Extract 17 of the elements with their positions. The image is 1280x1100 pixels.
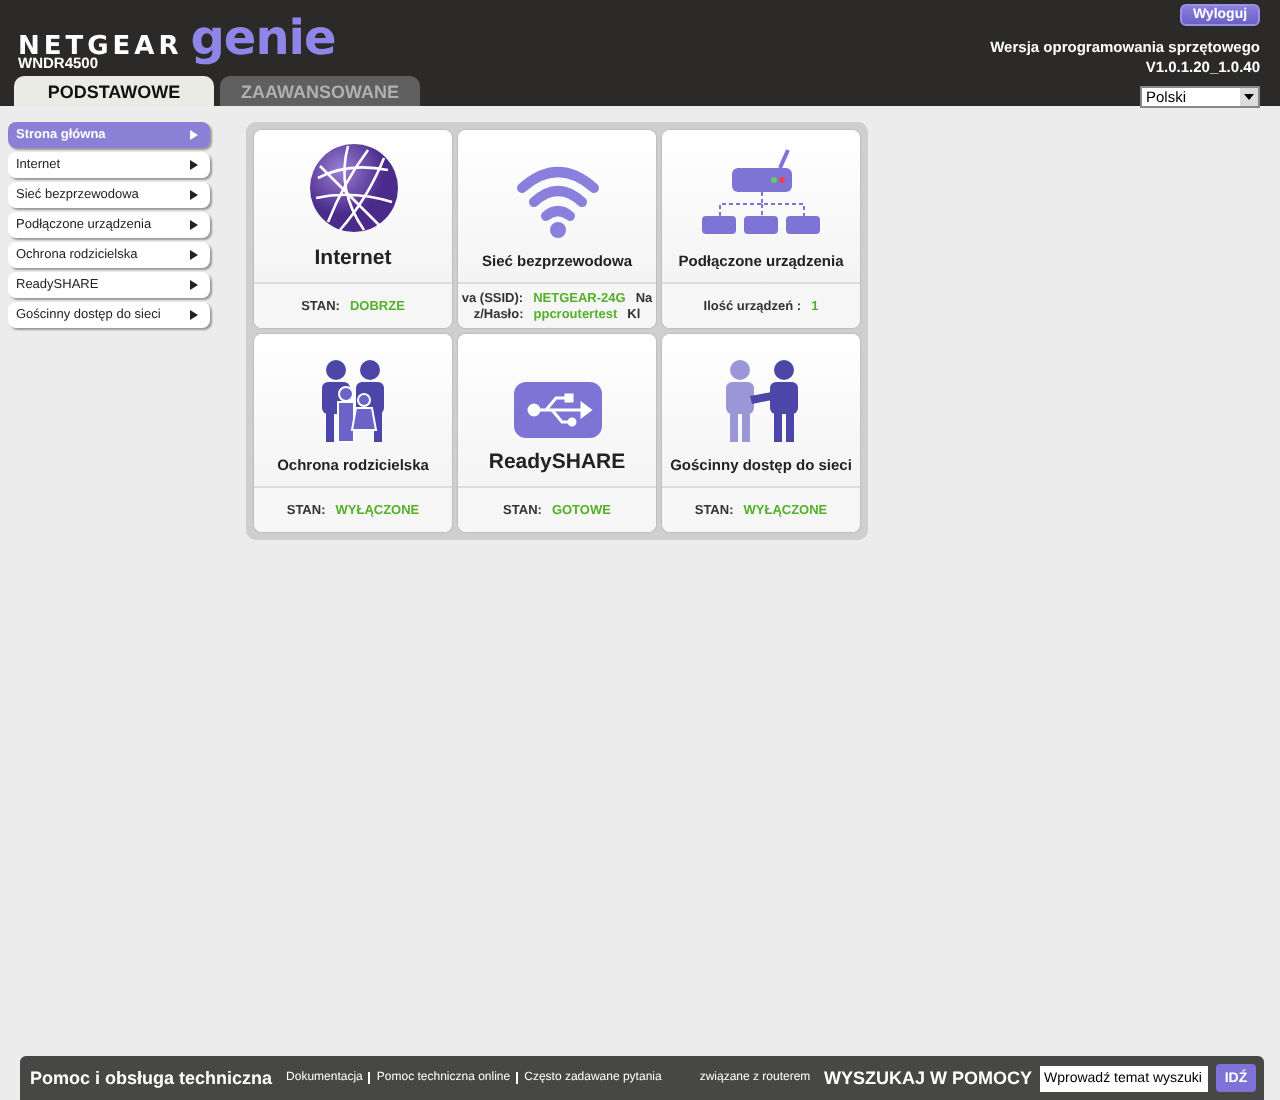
network-devices-icon	[699, 148, 823, 240]
tile-title: Internet	[314, 246, 392, 270]
arrow-icon	[190, 310, 198, 320]
arrow-icon	[190, 220, 198, 230]
usb-icon	[513, 382, 601, 438]
arrow-icon	[190, 190, 198, 200]
arrow-icon	[190, 250, 198, 260]
arrow-icon	[190, 160, 198, 170]
product-logo-text: genie	[190, 10, 336, 66]
dropdown-caret-icon	[1240, 88, 1258, 106]
tab[interactable]: PODSTAWOWE	[14, 76, 214, 106]
tile-title: ReadySHARE	[488, 450, 626, 474]
help-search-label: WYSZUKAJ W POMOCY	[823, 1068, 1032, 1088]
arrow-icon	[190, 280, 198, 290]
globe-icon	[307, 142, 399, 234]
footer-title: Pomoc i obsługa techniczna	[30, 1068, 273, 1088]
arrow-icon	[190, 130, 198, 140]
